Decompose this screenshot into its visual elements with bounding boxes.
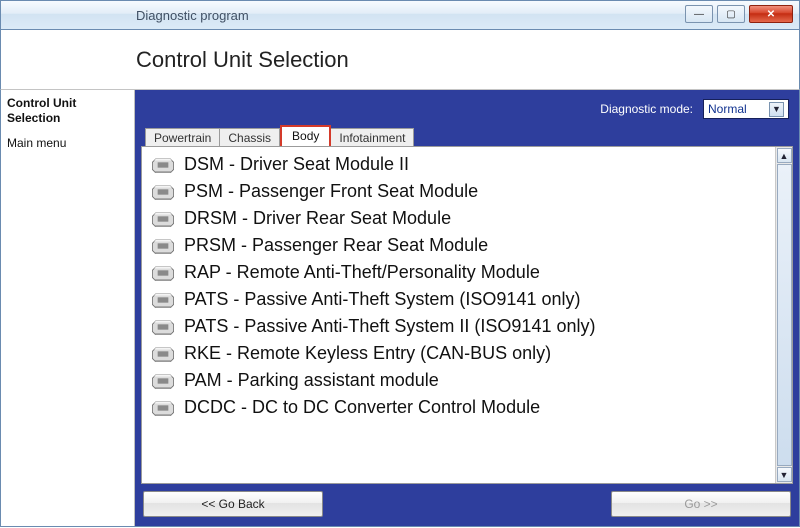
sidebar: Control Unit Selection Main menu xyxy=(1,90,135,526)
chip-icon xyxy=(152,211,174,227)
chip-icon xyxy=(152,292,174,308)
list-item-label: PATS - Passive Anti-Theft System II (ISO… xyxy=(184,316,595,337)
mode-bar: Diagnostic mode: Normal ▼ xyxy=(141,96,793,122)
scroll-thumb[interactable] xyxy=(777,164,792,466)
list-item[interactable]: PATS - Passive Anti-Theft System II (ISO… xyxy=(142,313,775,340)
go-back-button[interactable]: << Go Back xyxy=(143,491,323,517)
close-icon: ✕ xyxy=(767,9,775,20)
vertical-scrollbar[interactable]: ▲ ▼ xyxy=(775,147,792,483)
tab-strip: Powertrain Chassis Body Infotainment xyxy=(141,124,793,146)
tab-label: Chassis xyxy=(228,131,271,145)
tab-powertrain[interactable]: Powertrain xyxy=(145,128,220,147)
list-item-label: DCDC - DC to DC Converter Control Module xyxy=(184,397,540,418)
window-buttons: — ▢ ✕ xyxy=(685,5,793,23)
sidebar-item-label: Main menu xyxy=(7,136,66,150)
mode-label: Diagnostic mode: xyxy=(600,102,693,116)
list-item-label: PSM - Passenger Front Seat Module xyxy=(184,181,478,202)
chip-icon xyxy=(152,238,174,254)
chip-icon xyxy=(152,319,174,335)
scroll-up-button[interactable]: ▲ xyxy=(777,148,792,163)
nav-bar: << Go Back Go >> xyxy=(141,484,793,520)
sidebar-item-main-menu[interactable]: Main menu xyxy=(7,136,128,151)
sidebar-item-control-unit-selection[interactable]: Control Unit Selection xyxy=(7,96,128,126)
go-next-label: Go >> xyxy=(684,497,717,511)
go-next-button[interactable]: Go >> xyxy=(611,491,791,517)
close-button[interactable]: ✕ xyxy=(749,5,793,23)
list-item[interactable]: PATS - Passive Anti-Theft System (ISO914… xyxy=(142,286,775,313)
go-back-label: << Go Back xyxy=(201,497,264,511)
mode-selected-value: Normal xyxy=(708,102,747,116)
tab-chassis[interactable]: Chassis xyxy=(220,128,280,147)
chip-icon xyxy=(152,265,174,281)
list-item-label: PATS - Passive Anti-Theft System (ISO914… xyxy=(184,289,580,310)
list-item[interactable]: DRSM - Driver Rear Seat Module xyxy=(142,205,775,232)
list-item[interactable]: DCDC - DC to DC Converter Control Module xyxy=(142,394,775,421)
mode-select[interactable]: Normal ▼ xyxy=(703,99,789,119)
scroll-down-button[interactable]: ▼ xyxy=(777,467,792,482)
app-header: Control Unit Selection xyxy=(0,30,800,90)
chip-icon xyxy=(152,184,174,200)
main-split: Control Unit Selection Main menu Diagnos… xyxy=(0,90,800,527)
workspace: Diagnostic mode: Normal ▼ Powertrain Cha… xyxy=(135,90,799,526)
maximize-button[interactable]: ▢ xyxy=(717,5,745,23)
chip-icon xyxy=(152,157,174,173)
list-item[interactable]: PRSM - Passenger Rear Seat Module xyxy=(142,232,775,259)
tab-label: Powertrain xyxy=(154,131,211,145)
module-list: DSM - Driver Seat Module II PSM - Passen… xyxy=(142,147,775,483)
list-item-label: RKE - Remote Keyless Entry (CAN-BUS only… xyxy=(184,343,551,364)
list-pane: DSM - Driver Seat Module II PSM - Passen… xyxy=(141,146,793,484)
list-item-label: DRSM - Driver Rear Seat Module xyxy=(184,208,451,229)
list-item-label: RAP - Remote Anti-Theft/Personality Modu… xyxy=(184,262,540,283)
list-item[interactable]: RAP - Remote Anti-Theft/Personality Modu… xyxy=(142,259,775,286)
chip-icon xyxy=(152,346,174,362)
tab-body[interactable]: Body xyxy=(280,125,331,146)
maximize-icon: ▢ xyxy=(726,9,735,20)
chip-icon xyxy=(152,400,174,416)
minimize-button[interactable]: — xyxy=(685,5,713,23)
chip-icon xyxy=(152,373,174,389)
dropdown-arrow-icon: ▼ xyxy=(769,102,784,117)
sidebar-item-label: Control Unit Selection xyxy=(7,96,76,125)
window-titlebar: Diagnostic program — ▢ ✕ xyxy=(0,0,800,30)
list-item[interactable]: PSM - Passenger Front Seat Module xyxy=(142,178,775,205)
tab-label: Body xyxy=(292,129,319,143)
list-item-label: PAM - Parking assistant module xyxy=(184,370,439,391)
page-title: Control Unit Selection xyxy=(136,47,349,73)
tab-label: Infotainment xyxy=(339,131,405,145)
list-item[interactable]: DSM - Driver Seat Module II xyxy=(142,151,775,178)
tab-infotainment[interactable]: Infotainment xyxy=(331,128,414,147)
list-item[interactable]: RKE - Remote Keyless Entry (CAN-BUS only… xyxy=(142,340,775,367)
list-item[interactable]: PAM - Parking assistant module xyxy=(142,367,775,394)
list-item-label: PRSM - Passenger Rear Seat Module xyxy=(184,235,488,256)
minimize-icon: — xyxy=(694,9,704,20)
window-title: Diagnostic program xyxy=(136,8,249,23)
list-item-label: DSM - Driver Seat Module II xyxy=(184,154,409,175)
